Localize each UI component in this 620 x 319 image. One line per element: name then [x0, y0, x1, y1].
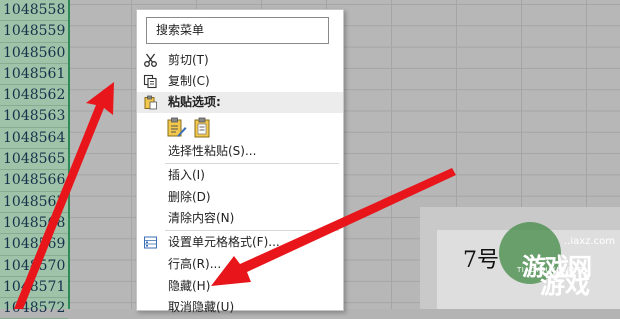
watermark-text-secondary: 游戏 — [540, 270, 591, 299]
row-header[interactable]: 1048562 — [0, 85, 68, 107]
menu-item-insert[interactable]: 插入(I) — [137, 165, 343, 186]
paste-icon[interactable] — [165, 116, 187, 138]
menu-item-label: 清除内容(N) — [168, 211, 235, 225]
menu-item-label: 插入(I) — [168, 168, 205, 182]
format-cells-icon — [144, 236, 157, 249]
menu-item-format-cells[interactable]: 设置单元格格式(F)... — [137, 232, 343, 253]
search-menu-input[interactable]: 搜索菜单 — [146, 17, 329, 44]
watermark-domain: ..iaxz.com — [564, 236, 615, 247]
menu-item-hide[interactable]: 隐藏(H) — [137, 276, 343, 297]
menu-item-label: 剪切(T) — [168, 53, 209, 67]
scissors-icon — [144, 53, 157, 67]
row-header[interactable]: 1048566 — [0, 170, 68, 192]
paste-values-icon[interactable] — [191, 116, 213, 138]
menu-item-clear-contents[interactable]: 清除内容(N) — [137, 208, 343, 229]
row-header[interactable]: 1048567 — [0, 192, 68, 213]
copy-icon — [143, 74, 157, 89]
menu-item-cut[interactable]: 剪切(T) — [137, 50, 343, 71]
row-headers: 1048558 1048559 1048560 1048561 1048562 … — [0, 0, 70, 319]
context-menu: 搜索菜单 剪切(T) 复制(C) 粘贴选项: 选择性粘贴(S)... 插入(I)… — [136, 9, 344, 314]
menu-divider — [165, 230, 339, 231]
menu-item-label: 隐藏(H) — [168, 279, 211, 293]
menu-item-row-height[interactable]: 行高(R)... — [137, 254, 343, 275]
menu-item-paste-special[interactable]: 选择性粘贴(S)... — [137, 141, 343, 162]
menu-item-label: 选择性粘贴(S)... — [168, 144, 257, 158]
row-header[interactable]: 1048559 — [0, 21, 68, 43]
row-header[interactable]: 1048558 — [0, 0, 68, 22]
menu-item-label: 行高(R)... — [168, 257, 222, 271]
paste-options-label: 粘贴选项: — [168, 95, 221, 109]
menu-item-copy[interactable]: 复制(C) — [137, 71, 343, 92]
row-header[interactable]: 1048565 — [0, 149, 68, 171]
paste-options-header: 粘贴选项: — [137, 92, 343, 113]
row-header[interactable]: 1048560 — [0, 43, 68, 64]
clipboard-icon — [144, 95, 157, 110]
menu-item-unhide[interactable]: 取消隐藏(U) — [137, 297, 343, 318]
row-header[interactable]: 1048564 — [0, 128, 68, 150]
row-header[interactable]: 1048571 — [0, 277, 68, 299]
row-header[interactable]: 1048563 — [0, 106, 68, 128]
row-header[interactable]: 1048561 — [0, 64, 68, 86]
menu-item-label: 复制(C) — [168, 74, 210, 88]
menu-item-delete[interactable]: 删除(D) — [137, 187, 343, 208]
row-header[interactable]: 1048569 — [0, 234, 68, 256]
row-header[interactable]: 1048568 — [0, 213, 68, 235]
menu-item-label: 设置单元格格式(F)... — [168, 235, 280, 249]
menu-divider — [165, 163, 339, 164]
menu-item-label: 取消隐藏(U) — [168, 300, 235, 314]
watermark-tag: 7号 — [463, 248, 499, 273]
row-header[interactable]: 1048570 — [0, 256, 68, 277]
paste-icons-row — [163, 116, 223, 140]
menu-item-label: 删除(D) — [168, 190, 211, 204]
